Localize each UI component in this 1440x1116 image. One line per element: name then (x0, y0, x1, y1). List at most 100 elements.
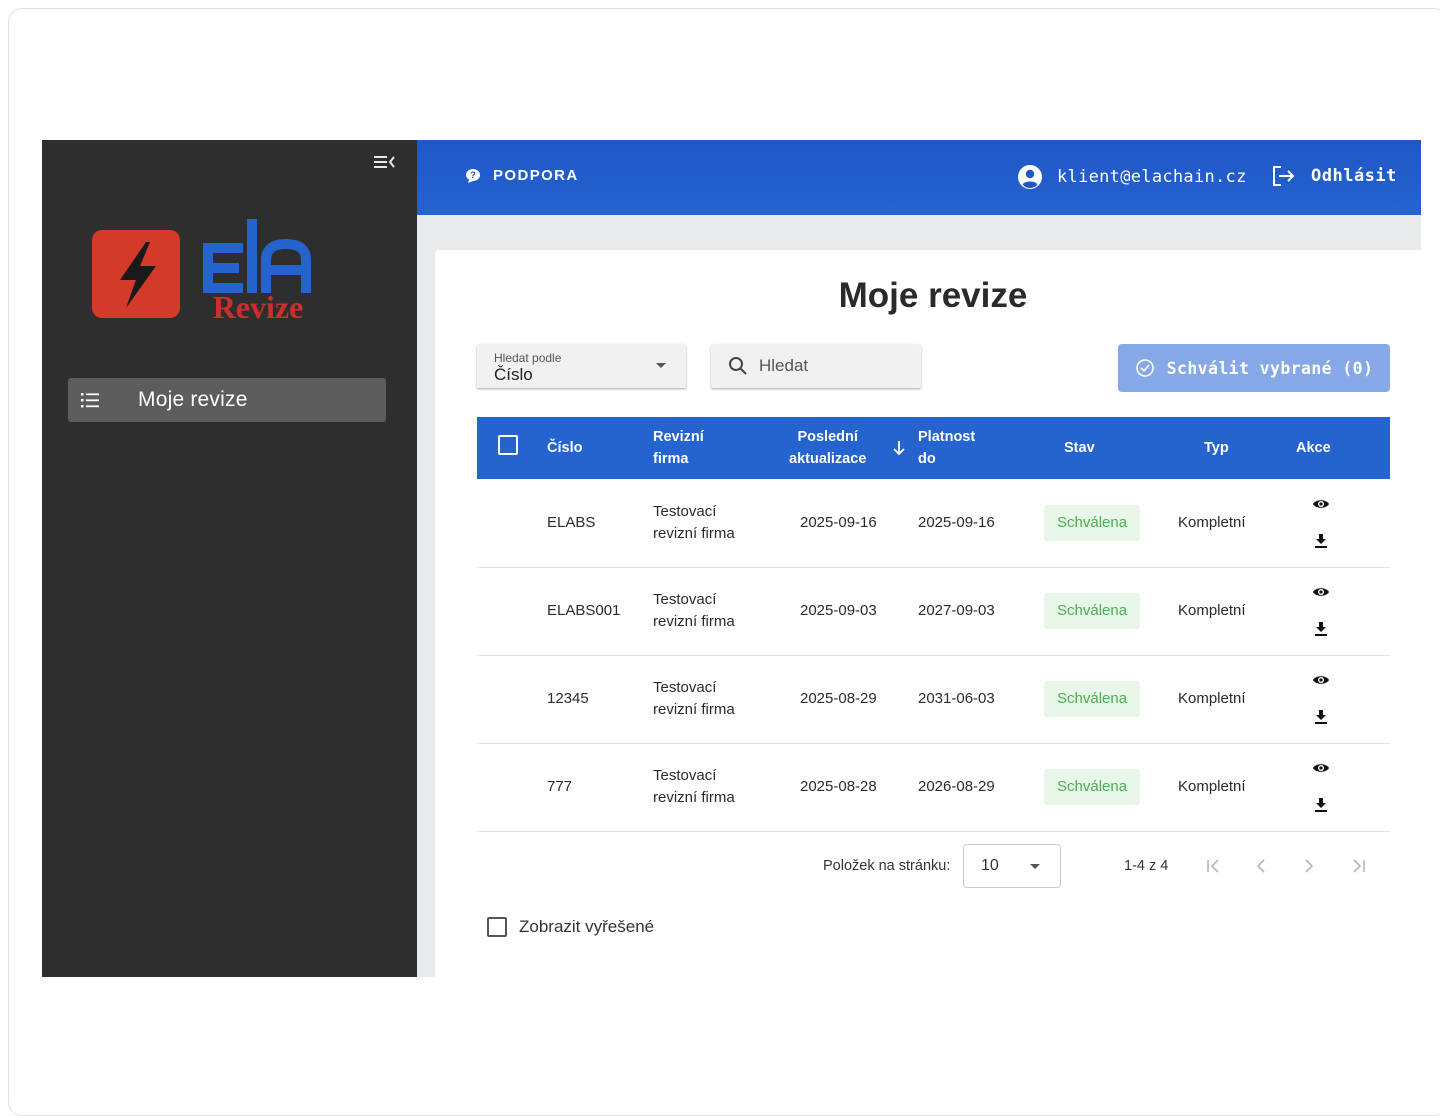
revisions-table: Číslo Revizní firma Poslední aktualizace P… (477, 417, 1390, 832)
main-area: ? PODPORA klient@elachain.cz Odhlásit Mo… (417, 140, 1421, 977)
status-badge: Schválena (1044, 593, 1141, 629)
cell-firm: Testovací revizní firma (653, 479, 781, 567)
page-title: Moje revize (838, 276, 1028, 315)
show-resolved-toggle[interactable]: Zobrazit vyřešené (487, 917, 654, 937)
per-page-label: Položek na stránku: (823, 858, 951, 874)
header-firm-line1: Revizní (653, 429, 704, 445)
cell-type: Kompletní (1178, 778, 1246, 795)
download-icon[interactable] (1314, 533, 1328, 549)
table-row[interactable]: 12345 Testovací revizní firma 2025-08-29 … (477, 655, 1390, 743)
header-last-update[interactable]: Poslední aktualizace (781, 417, 918, 479)
header-valid-until[interactable]: Platnost do (918, 417, 1044, 479)
header-firm[interactable]: Revizní firma (653, 417, 781, 479)
cell-last-update: 2025-08-28 (800, 778, 877, 795)
search-input[interactable] (759, 356, 909, 376)
search-by-select[interactable]: Hledat podle Číslo (477, 344, 686, 388)
header-number[interactable]: Číslo (547, 417, 653, 479)
cell-last-update: 2025-08-29 (800, 690, 877, 707)
search-by-value: Číslo (494, 365, 533, 384)
cell-status: Schválena (1044, 479, 1178, 567)
select-all-checkbox[interactable] (498, 434, 518, 455)
user-email: klient@elachain.cz (1057, 167, 1247, 187)
cell-firm: Testovací revizní firma (653, 567, 781, 655)
eye-icon[interactable] (1312, 673, 1330, 687)
cell-firm-line1: Testovací (653, 591, 717, 608)
select-all-cell (477, 417, 547, 479)
status-badge: Schválena (1044, 681, 1141, 717)
header-last-update-line1: Poslední (797, 429, 858, 445)
eye-icon[interactable] (1312, 497, 1330, 511)
topbar: ? PODPORA klient@elachain.cz Odhlásit (417, 140, 1421, 215)
header-valid-line1: Platnost (918, 429, 976, 445)
cell-number: ELABS (547, 513, 596, 531)
status-badge: Schválena (1044, 504, 1141, 541)
download-icon[interactable] (1314, 797, 1328, 813)
first-page-icon[interactable] (1201, 854, 1225, 878)
cell-valid-until: 2031-06-03 (918, 690, 995, 707)
cell-last-update: 2025-09-03 (800, 602, 877, 619)
prev-page-icon[interactable] (1249, 854, 1273, 878)
header-valid-line2: do (918, 451, 936, 467)
row-select-cell (477, 479, 547, 567)
table-row[interactable]: 777 Testovací revizní firma 2025-08-28 20… (477, 743, 1390, 831)
logout-icon (1273, 166, 1295, 186)
cell-firm-line1: Testovací (653, 679, 717, 696)
search-by-label: Hledat podle (494, 351, 562, 365)
support-link[interactable]: ? PODPORA (465, 167, 579, 184)
cell-firm-line2: revizní firma (653, 789, 735, 806)
cell-number: 777 (547, 778, 573, 795)
account-circle-icon (1018, 165, 1042, 189)
eye-icon[interactable] (1312, 761, 1330, 775)
cell-valid-until: 2026-08-29 (918, 778, 995, 795)
download-icon[interactable] (1314, 621, 1328, 637)
table-row[interactable]: ELABS001 Testovací revizní firma 2025-09-… (477, 567, 1390, 655)
cell-last-update: 2025-09-16 (800, 513, 877, 531)
header-firm-line2: firma (653, 451, 689, 467)
eye-icon[interactable] (1312, 585, 1330, 599)
user-info: klient@elachain.cz (1017, 164, 1247, 190)
per-page-value: 10 (981, 857, 999, 874)
app: Revize Moje revize ? PODPORA klient@elac… (42, 140, 1421, 977)
cell-number: ELABS001 (547, 602, 621, 619)
status-badge: Schválena (1044, 769, 1141, 805)
table-row[interactable]: ELABS Testovací revizní firma 2025-09-16 … (477, 479, 1390, 567)
search-field[interactable] (711, 344, 921, 388)
cell-valid-until: 2027-09-03 (918, 602, 995, 619)
cell-actions (1288, 655, 1390, 743)
dropdown-caret-icon (656, 363, 666, 368)
dropdown-caret-icon (1030, 864, 1040, 869)
sidebar-item-moje-revize[interactable]: Moje revize (68, 378, 386, 422)
chat-bubble-icon: ? (466, 168, 480, 183)
cell-type: Kompletní (1178, 602, 1246, 619)
cell-firm-line1: Testovací (653, 502, 717, 520)
sidebar: Revize Moje revize (42, 140, 417, 977)
svg-text:?: ? (470, 170, 476, 180)
download-icon[interactable] (1314, 709, 1328, 725)
last-page-icon[interactable] (1347, 854, 1371, 878)
per-page-select[interactable]: 10 (963, 844, 1061, 888)
cell-actions (1288, 479, 1390, 567)
cell-valid-until: 2025-09-16 (918, 513, 995, 531)
cell-firm: Testovací revizní firma (653, 743, 781, 831)
cell-type: Kompletní (1178, 690, 1246, 707)
cell-status: Schválena (1044, 567, 1178, 655)
header-status[interactable]: Stav (1044, 417, 1178, 479)
next-page-icon[interactable] (1297, 854, 1321, 878)
ela-revize-logo: Revize (92, 219, 311, 325)
logout-button[interactable]: Odhlásit (1271, 164, 1397, 188)
logout-label: Odhlásit (1311, 166, 1397, 186)
cell-actions (1288, 743, 1390, 831)
cell-firm-line1: Testovací (653, 767, 717, 784)
cell-actions (1288, 567, 1390, 655)
table-header-row: Číslo Revizní firma Poslední aktualizace P… (477, 417, 1390, 479)
show-resolved-checkbox[interactable] (487, 917, 507, 937)
cell-firm-line2: revizní firma (653, 613, 735, 630)
header-last-update-line2: aktualizace (789, 451, 867, 467)
collapse-sidebar-icon[interactable] (372, 152, 396, 172)
approve-selected-button[interactable]: Schválit vybrané (0) (1118, 344, 1390, 392)
sidebar-item-label: Moje revize (138, 388, 248, 411)
cell-status: Schválena (1044, 743, 1178, 831)
check-circle-icon (1135, 359, 1154, 377)
cell-firm-line2: revizní firma (653, 701, 735, 718)
header-type[interactable]: Typ (1178, 417, 1288, 479)
